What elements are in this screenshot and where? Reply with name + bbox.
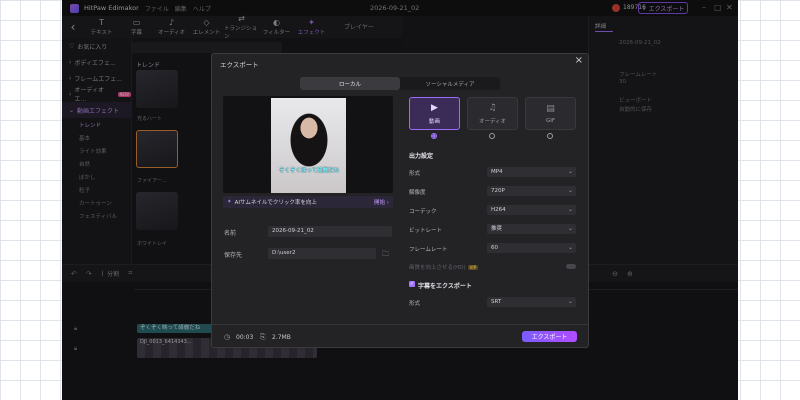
subtitle-export-checkbox[interactable]: ✓ [409, 281, 415, 287]
ai-open-label: 開始 [374, 200, 386, 206]
file-size-value: 2.7MB [272, 334, 291, 341]
file-size-icon: ⎘ [260, 333, 266, 341]
subtitle-format-select[interactable]: SRT ⌄ [487, 297, 576, 307]
option-resolution-select[interactable]: 720P ⌄ [487, 186, 576, 196]
chevron-down-icon: ⌄ [567, 187, 573, 194]
option-codec-select[interactable]: H264 ⌄ [487, 205, 576, 215]
chevron-down-icon: ⌄ [567, 225, 573, 232]
duration-value: 00:03 [236, 334, 254, 341]
option-bitrate-value: 推奨 [491, 226, 503, 232]
format-video-label: 動画 [428, 118, 440, 125]
ai-thumbnail-text: AIサムネイルでクリック率を向上 [234, 200, 317, 206]
music-icon: ♫ [488, 102, 497, 113]
export-button[interactable]: エクスポート [522, 331, 577, 342]
subtitle-format-value: SRT [491, 299, 502, 305]
option-format-value: MP4 [491, 169, 503, 175]
export-tabs: ローカル ソーシャルメディア [300, 77, 500, 90]
option-resolution-value: 720P [491, 188, 505, 194]
option-codec-value: H264 [491, 207, 506, 213]
video-icon: ▶ [431, 102, 438, 113]
format-gif-card[interactable]: ▤ GIF [525, 97, 576, 130]
tab-local[interactable]: ローカル [300, 77, 400, 90]
option-codec-label: コーデック [409, 209, 437, 215]
ai-thumbnail-banner[interactable]: ✦ AIサムネイルでクリック率を向上 開始 › [223, 196, 393, 208]
option-framerate-value: 60 [491, 245, 498, 251]
vip-badge: VIP [467, 265, 478, 270]
format-video-card[interactable]: ▶ 動画 [409, 97, 460, 130]
option-bitrate-label: ビットレート [409, 228, 443, 234]
option-format-select[interactable]: MP4 ⌄ [487, 167, 576, 177]
close-icon[interactable]: × [575, 55, 583, 66]
dialog-title: エクスポート [220, 61, 259, 69]
save-location-label: 保存先 [224, 252, 243, 259]
hd-option-text: 画質を向上させる(HD) [409, 265, 466, 271]
sparkle-icon: ✦ [227, 199, 232, 205]
tab-social-media[interactable]: ソーシャルメディア [400, 77, 500, 90]
format-audio-radio[interactable] [489, 133, 495, 139]
name-label: 名前 [224, 230, 237, 237]
chevron-down-icon: ⌄ [567, 298, 573, 305]
preview-caption: ぞくぞく映って綺麗だね [278, 168, 340, 174]
option-bitrate-select[interactable]: 推奨 ⌄ [487, 224, 576, 234]
output-settings-title: 出力設定 [409, 153, 434, 160]
option-framerate-label: フレームレート [409, 247, 448, 253]
subtitle-format-label: 形式 [409, 301, 421, 307]
format-audio-label: オーディオ [478, 118, 507, 125]
chevron-down-icon: ⌄ [567, 206, 573, 213]
format-gif-label: GIF [545, 117, 556, 124]
option-resolution-label: 解像度 [409, 190, 426, 196]
format-gif-radio[interactable] [547, 133, 553, 139]
option-framerate-select[interactable]: 60 ⌄ [487, 243, 576, 253]
subtitle-export-label: 字幕をエクスポート [418, 283, 472, 290]
chevron-down-icon: ⌄ [567, 168, 573, 175]
option-format-label: 形式 [409, 171, 421, 177]
save-location-field[interactable]: D:\user2 [268, 248, 376, 259]
folder-icon[interactable]: 🗀 [382, 250, 389, 261]
hd-toggle[interactable] [566, 264, 576, 269]
export-dialog: エクスポート × ローカル ソーシャルメディア ぞくぞく映って綺麗だね ✦ AI… [211, 53, 589, 348]
preview-thumbnail [271, 98, 346, 193]
format-audio-card[interactable]: ♫ オーディオ [467, 97, 518, 130]
gif-icon: ▤ [546, 103, 555, 114]
chevron-down-icon: ⌄ [567, 244, 573, 251]
name-field[interactable]: 2026-09-21_02 [268, 226, 392, 237]
hd-option-label: 画質を向上させる(HD) VIP [409, 263, 478, 271]
format-video-radio[interactable] [431, 133, 437, 139]
clock-icon: ◷ [224, 333, 231, 341]
ai-open-link[interactable]: 開始 › [374, 198, 389, 206]
